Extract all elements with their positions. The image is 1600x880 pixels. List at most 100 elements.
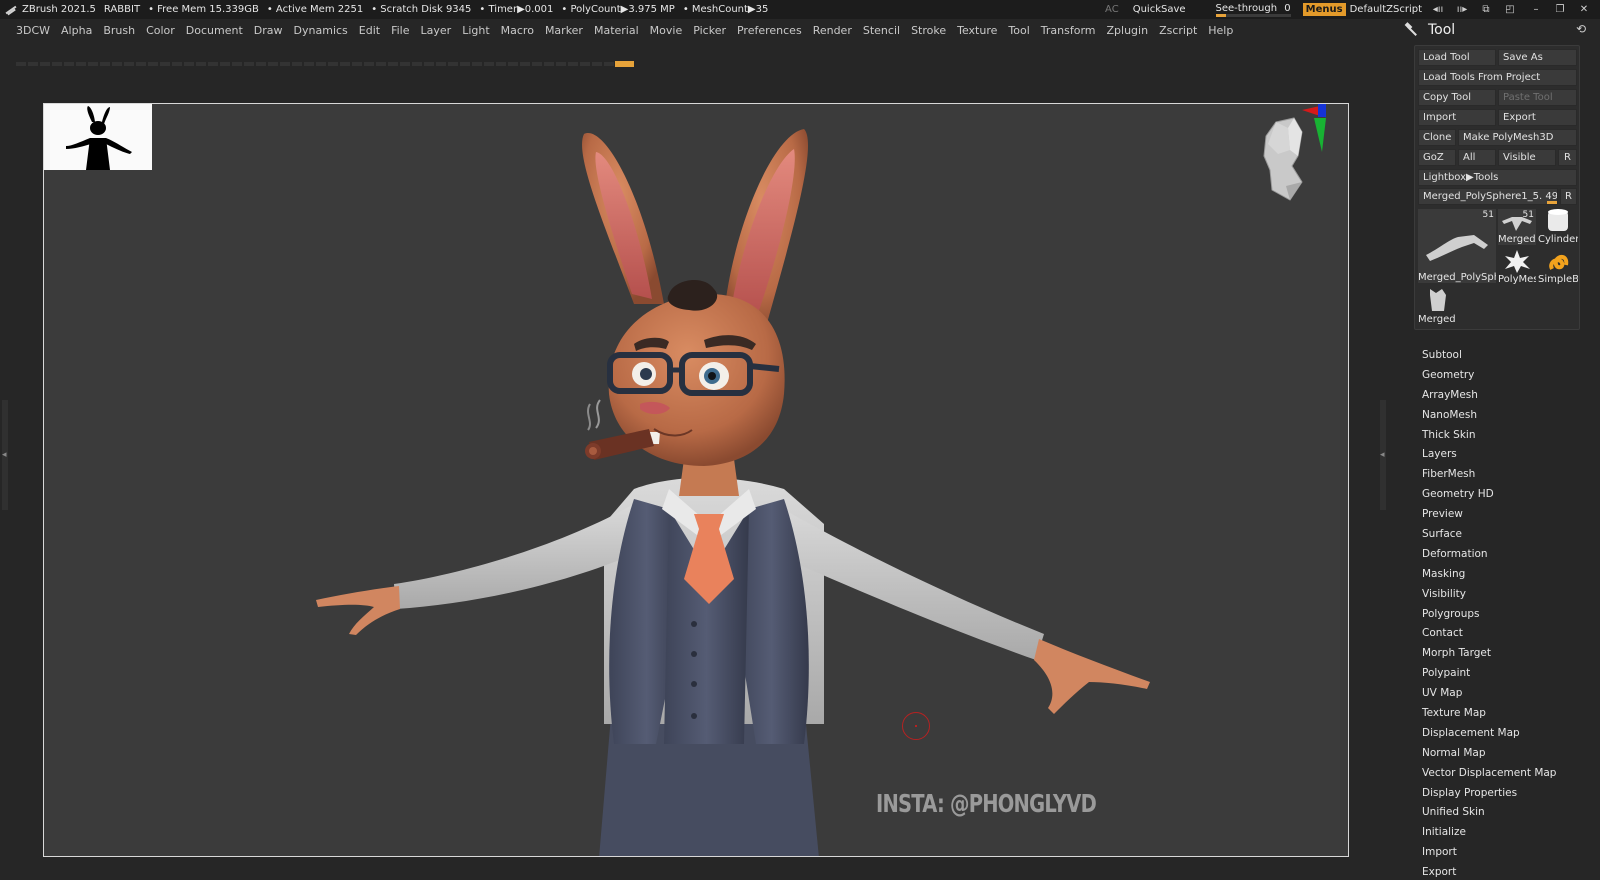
current-tool-slider[interactable]: Merged_PolySphere1_5. 49 [1418,188,1558,205]
restore-icon[interactable]: ❐ [1552,4,1568,15]
tool-thumb-simplebrush[interactable]: SimpleB [1538,249,1578,285]
menu-preferences[interactable]: Preferences [737,24,802,37]
import-button[interactable]: Import [1418,109,1496,126]
subpalette-visibility[interactable]: Visibility [1422,588,1556,608]
menu-stencil[interactable]: Stencil [863,24,900,37]
layout-swap-icon[interactable]: ◰ [1502,4,1518,15]
menu-3dcw[interactable]: 3DCW [16,24,50,37]
orientation-head-gizmo[interactable] [1242,104,1332,214]
subpalette-vector-displacement-map[interactable]: Vector Displacement Map [1422,767,1556,787]
palette-reset-icon[interactable]: ⟲ [1576,22,1586,36]
ac-button[interactable]: AC [1105,4,1119,15]
right-tray-arrow-icon[interactable]: ◂ [1380,450,1385,460]
tool-thumb-cylinder[interactable]: Cylinder [1538,209,1578,245]
tool-thumb-polymesh[interactable]: PolyMes [1498,249,1536,285]
subpalette-uv-map[interactable]: UV Map [1422,687,1556,707]
goz-visible-button[interactable]: Visible [1498,149,1556,166]
menu-texture[interactable]: Texture [957,24,997,37]
subpalette-morph-target[interactable]: Morph Target [1422,647,1556,667]
tool-thumb-merged-polysphere[interactable]: 51 Merged_PolySph [1418,209,1496,283]
layout-cycle-icon[interactable]: ⧉ [1478,4,1494,15]
subpalette-polygroups[interactable]: Polygroups [1422,608,1556,628]
subpalette-import[interactable]: Import [1422,846,1556,866]
menu-edit[interactable]: Edit [359,24,380,37]
tool-thumb-merged-2[interactable]: Merged [1418,287,1458,325]
tool-palette-title[interactable]: Tool [1428,22,1455,38]
clone-button[interactable]: Clone [1418,129,1456,146]
tool-thumb-merged[interactable]: 51 Merged [1498,209,1536,245]
quicksave-button[interactable]: QuickSave [1133,4,1186,15]
see-through-slider[interactable]: See-through 0 [1215,3,1291,17]
shelf-slot [556,62,566,66]
subpalette-initialize[interactable]: Initialize [1422,826,1556,846]
subpalette-masking[interactable]: Masking [1422,568,1556,588]
menu-draw[interactable]: Draw [254,24,283,37]
menu-brush[interactable]: Brush [103,24,135,37]
load-tool-button[interactable]: Load Tool [1418,49,1496,66]
navigator-thumbnail[interactable] [44,104,152,170]
menu-file[interactable]: File [391,24,409,37]
layout-prev-icon[interactable]: ◂ıı [1430,4,1446,15]
subpalette-geometry[interactable]: Geometry [1422,369,1556,389]
menu-material[interactable]: Material [594,24,639,37]
menu-zscript[interactable]: Zscript [1159,24,1197,37]
subpalette-preview[interactable]: Preview [1422,508,1556,528]
menus-button[interactable]: Menus [1302,3,1346,16]
subpalette-export[interactable]: Export [1422,866,1556,880]
subpalette-surface[interactable]: Surface [1422,528,1556,548]
goz-r-button[interactable]: R [1558,149,1577,166]
subpalette-normal-map[interactable]: Normal Map [1422,747,1556,767]
menu-color[interactable]: Color [146,24,175,37]
menu-tool[interactable]: Tool [1008,24,1029,37]
subpalette-fibermesh[interactable]: FiberMesh [1422,468,1556,488]
subpalette-unified-skin[interactable]: Unified Skin [1422,806,1556,826]
goz-button[interactable]: GoZ [1418,149,1456,166]
lightbox-tools-button[interactable]: Lightbox▶Tools [1418,169,1577,186]
subpalette-contact[interactable]: Contact [1422,627,1556,647]
minimize-icon[interactable]: – [1528,4,1544,15]
menu-picker[interactable]: Picker [693,24,726,37]
paste-tool-button[interactable]: Paste Tool [1498,89,1577,106]
subpalette-displacement-map[interactable]: Displacement Map [1422,727,1556,747]
subpalette-thick-skin[interactable]: Thick Skin [1422,429,1556,449]
current-tool-r-button[interactable]: R [1560,188,1577,205]
tool-thumb-count: 51 [1482,210,1494,220]
menu-render[interactable]: Render [813,24,852,37]
menu-light[interactable]: Light [462,24,489,37]
subpalette-nanomesh[interactable]: NanoMesh [1422,409,1556,429]
subpalette-layers[interactable]: Layers [1422,448,1556,468]
save-as-button[interactable]: Save As [1498,49,1577,66]
export-button[interactable]: Export [1498,109,1577,126]
shelf-marker [615,61,634,67]
default-zscript-button[interactable]: DefaultZScript [1350,4,1422,15]
shelf-slot [580,62,590,66]
subpalette-display-properties[interactable]: Display Properties [1422,787,1556,807]
menu-alpha[interactable]: Alpha [61,24,92,37]
canvas-viewport[interactable]: INSTA: @PHONGLYVD [43,103,1349,857]
left-tray-arrow-icon[interactable]: ◂ [2,450,7,460]
copy-tool-button[interactable]: Copy Tool [1418,89,1496,106]
subpalette-deformation[interactable]: Deformation [1422,548,1556,568]
menu-document[interactable]: Document [186,24,243,37]
menu-macro[interactable]: Macro [501,24,534,37]
menu-help[interactable]: Help [1208,24,1233,37]
goz-all-button[interactable]: All [1458,149,1496,166]
subpalette-subtool[interactable]: Subtool [1422,349,1556,369]
subpalette-texture-map[interactable]: Texture Map [1422,707,1556,727]
close-icon[interactable]: ✕ [1576,4,1592,15]
subpalette-polypaint[interactable]: Polypaint [1422,667,1556,687]
menu-movie[interactable]: Movie [650,24,683,37]
brush-cursor [902,712,930,740]
make-polymesh3d-button[interactable]: Make PolyMesh3D [1458,129,1577,146]
layout-next-icon[interactable]: ıı▸ [1454,4,1470,15]
load-tools-from-project-button[interactable]: Load Tools From Project [1418,69,1577,86]
menu-dynamics[interactable]: Dynamics [294,24,348,37]
shelf-slot [340,62,350,66]
menu-layer[interactable]: Layer [421,24,452,37]
subpalette-geometry-hd[interactable]: Geometry HD [1422,488,1556,508]
menu-transform[interactable]: Transform [1041,24,1096,37]
menu-marker[interactable]: Marker [545,24,583,37]
menu-stroke[interactable]: Stroke [911,24,946,37]
subpalette-arraymesh[interactable]: ArrayMesh [1422,389,1556,409]
menu-zplugin[interactable]: Zplugin [1107,24,1149,37]
